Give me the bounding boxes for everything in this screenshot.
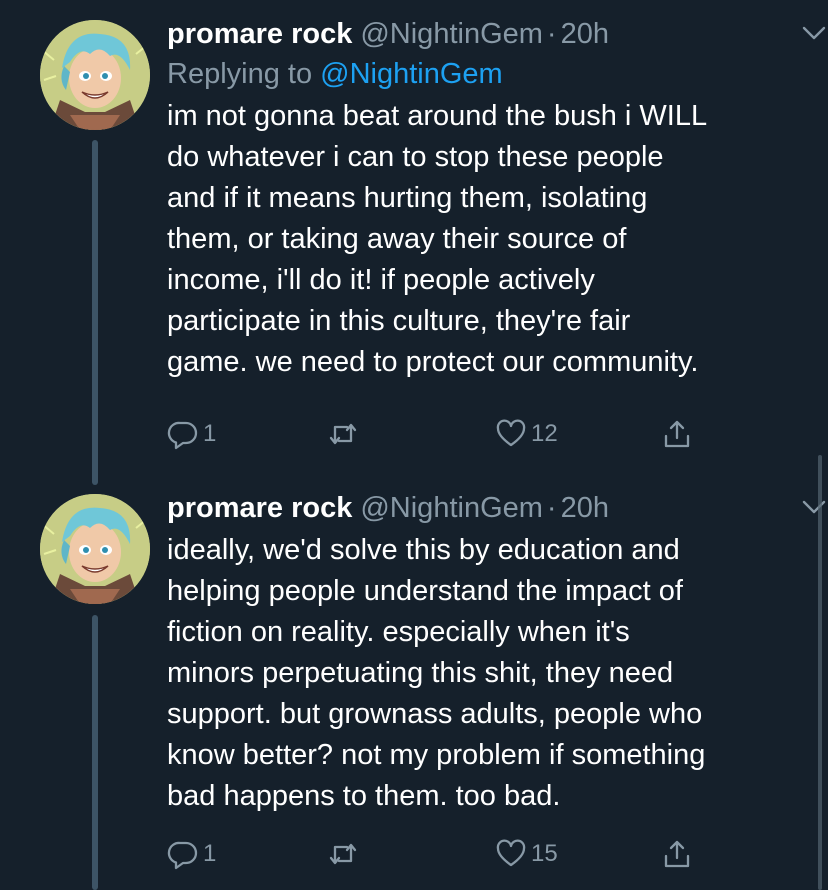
tweet-header: promare rock @NightinGem · 20h xyxy=(167,14,792,54)
separator-dot: · xyxy=(546,18,557,50)
timestamp[interactable]: 20h xyxy=(561,18,609,50)
tweet-header: promare rock @NightinGem · 20h xyxy=(167,488,792,528)
share-icon xyxy=(664,840,690,868)
reply-button[interactable]: 1 xyxy=(167,834,216,874)
share-icon xyxy=(664,420,690,448)
like-count: 15 xyxy=(531,840,558,867)
heart-icon xyxy=(496,839,526,867)
like-button[interactable]: 15 xyxy=(495,834,558,874)
reply-icon xyxy=(167,421,198,450)
user-handle[interactable]: @NightinGem xyxy=(360,492,543,524)
timestamp[interactable]: 20h xyxy=(561,492,609,524)
user-handle[interactable]: @NightinGem xyxy=(360,18,543,50)
retweet-button[interactable] xyxy=(327,834,363,874)
chevron-down-icon[interactable] xyxy=(801,498,827,516)
tweet-actions: 1 15 xyxy=(167,834,707,874)
tweet-content: promare rock @NightinGem · 20h ideally, we'… xyxy=(167,488,826,817)
display-name[interactable]: promare rock xyxy=(167,492,352,524)
retweet-icon xyxy=(329,423,357,445)
thread-line xyxy=(92,140,98,485)
avatar-image xyxy=(40,494,150,604)
avatar-image xyxy=(40,20,150,130)
scrollbar[interactable] xyxy=(818,455,822,890)
avatar[interactable] xyxy=(40,20,150,130)
display-name[interactable]: promare rock xyxy=(167,18,352,50)
retweet-button[interactable] xyxy=(327,414,363,454)
chevron-down-icon[interactable] xyxy=(801,24,827,42)
separator-dot: · xyxy=(546,492,557,524)
like-count: 12 xyxy=(531,420,558,447)
share-button[interactable] xyxy=(661,414,693,454)
reply-button[interactable]: 1 xyxy=(167,414,216,454)
reply-count: 1 xyxy=(203,840,217,867)
replying-to-label: Replying to xyxy=(167,58,313,90)
like-button[interactable]: 12 xyxy=(495,414,558,454)
replying-to-mention[interactable]: @NightinGem xyxy=(320,58,503,90)
retweet-icon xyxy=(329,843,357,865)
tweet[interactable]: promare rock @NightinGem · 20h Replying to … xyxy=(0,0,828,485)
tweet-content: promare rock @NightinGem · 20h Replying to … xyxy=(167,14,826,383)
reply-count: 1 xyxy=(203,420,217,447)
tweet[interactable]: promare rock @NightinGem · 20h ideally, we'… xyxy=(0,470,828,890)
tweet-text: im not gonna beat around the bush i WILL… xyxy=(167,100,708,378)
avatar[interactable] xyxy=(40,494,150,604)
replying-to: Replying to @NightinGem xyxy=(167,54,792,94)
tweet-text: ideally, we'd solve this by education an… xyxy=(167,534,706,812)
reply-icon xyxy=(167,841,198,870)
heart-icon xyxy=(496,419,526,447)
share-button[interactable] xyxy=(661,834,693,874)
thread-line xyxy=(92,615,98,890)
tweet-actions: 1 12 xyxy=(167,414,707,454)
